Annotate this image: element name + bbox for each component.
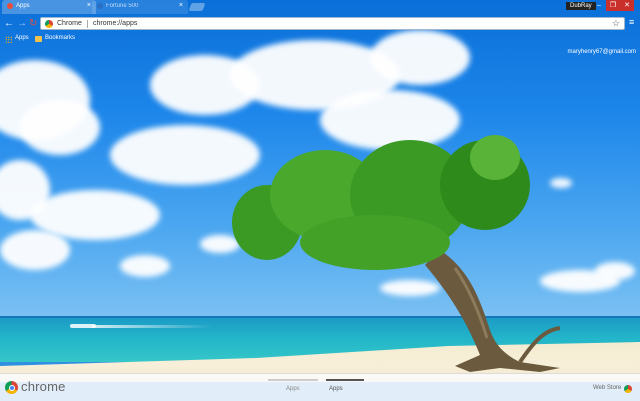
webstore-link[interactable]: Web Store <box>593 385 621 391</box>
site-tab-icon <box>97 3 103 9</box>
omnibox-separator <box>87 20 88 28</box>
folder-icon <box>35 36 42 42</box>
page-label[interactable]: Apps <box>286 386 300 392</box>
bookmarks-bar: Apps Bookmarks <box>0 33 640 45</box>
bookmark-folder[interactable]: Bookmarks <box>45 35 75 41</box>
apps-tab-icon <box>7 3 13 9</box>
tab-label: Fortune 500 <box>106 3 139 9</box>
wallpaper <box>0 0 640 400</box>
forward-icon[interactable]: → <box>17 18 27 30</box>
chrome-wordmark: chrome <box>21 379 66 394</box>
webstore-icon[interactable] <box>624 385 632 393</box>
close-window-icon[interactable]: ✕ <box>620 0 634 11</box>
minimize-icon[interactable]: – <box>592 0 606 11</box>
left-arrow-icon[interactable]: ‹ <box>17 207 21 219</box>
omnibox-chip: Chrome <box>57 20 82 27</box>
menu-icon[interactable]: ≡ <box>629 17 634 27</box>
back-icon[interactable]: ← <box>4 18 14 30</box>
app-launcher-bar: chrome Apps Apps Web Store <box>0 373 640 401</box>
new-tab-button[interactable] <box>188 3 206 11</box>
page-label-active[interactable]: Apps <box>329 386 343 392</box>
tree-foliage <box>470 135 520 180</box>
url-text[interactable]: chrome://apps <box>93 20 137 27</box>
chrome-logo-icon <box>5 381 18 394</box>
tab-fortune[interactable]: Fortune 500 × <box>92 0 188 14</box>
star-icon[interactable]: ☆ <box>612 18 620 29</box>
omnibox[interactable]: Chrome chrome://apps ☆ <box>40 17 625 30</box>
close-icon[interactable]: × <box>179 2 183 9</box>
page-indicator[interactable] <box>268 379 318 381</box>
maximize-icon[interactable]: ❐ <box>606 0 620 11</box>
tab-strip: Apps × Fortune 500 × DubRay – ❐ ✕ <box>0 0 640 14</box>
chrome-icon <box>45 20 53 28</box>
reload-icon[interactable]: ↻ <box>29 18 37 30</box>
tab-apps[interactable]: Apps × <box>2 0 96 14</box>
tree-foliage <box>300 215 450 270</box>
apps-grid-icon <box>5 36 12 43</box>
page-indicator-active[interactable] <box>326 379 364 381</box>
account-email[interactable]: maryhenry67@gmail.com <box>568 49 636 55</box>
bookmark-apps[interactable]: Apps <box>15 35 29 41</box>
tab-label: Apps <box>16 3 30 9</box>
close-icon[interactable]: × <box>87 2 91 9</box>
